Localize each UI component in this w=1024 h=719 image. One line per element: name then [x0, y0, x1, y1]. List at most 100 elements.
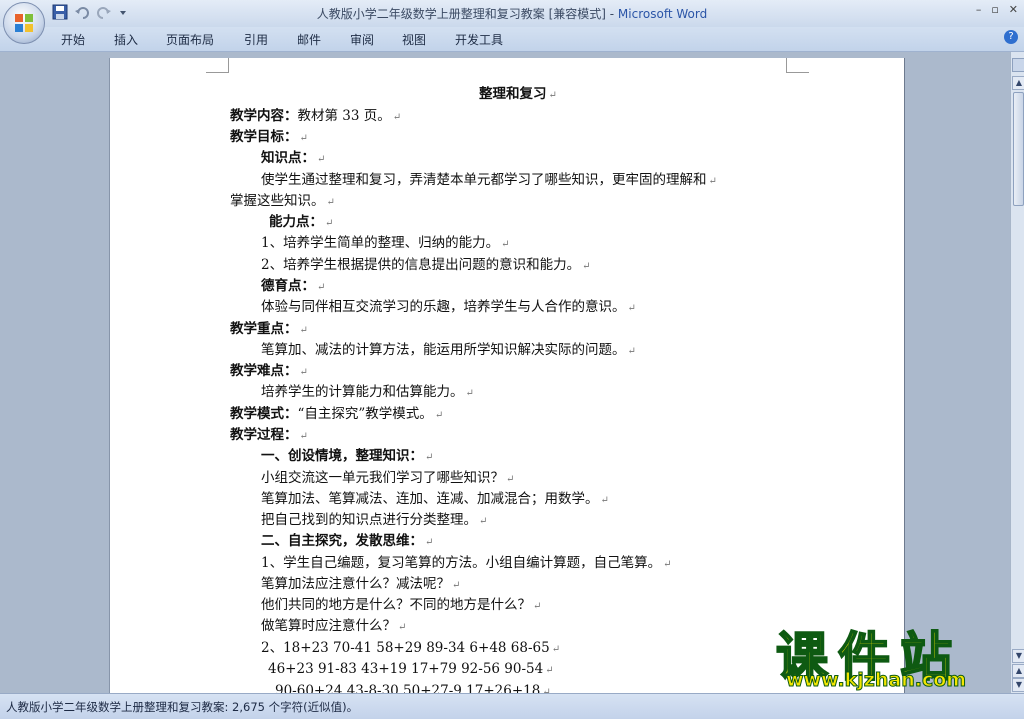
- help-icon[interactable]: ?: [1004, 30, 1018, 44]
- scroll-up-button[interactable]: ▲: [1012, 76, 1024, 90]
- word-count-status[interactable]: 人教版小学二年级数学上册整理和复习教案: 2,675 个字符(近似值)。: [6, 699, 358, 715]
- paragraph-mark-icon: ↵: [425, 537, 434, 548]
- paragraph-mark-icon: ↵: [600, 495, 609, 506]
- tab-review[interactable]: 审阅: [350, 31, 374, 48]
- paragraph-mark-icon: ↵: [582, 261, 591, 272]
- paragraph-mark-icon: ↵: [545, 665, 554, 676]
- document-line[interactable]: 培养学生的计算能力和估算能力。 ↵: [261, 383, 474, 401]
- document-line[interactable]: 教学过程： ↵: [230, 426, 308, 444]
- paragraph-mark-icon: ↵: [317, 154, 326, 165]
- paragraph-mark-icon: ↵: [501, 239, 510, 250]
- paragraph-mark-icon: ↵: [548, 90, 557, 101]
- document-line[interactable]: 1、学生自己编题，复习笔算的方法。小组自编计算题，自己笔算。 ↵: [261, 554, 671, 572]
- line-text: 体验与同伴相互交流学习的乐趣，培养学生与人合作的意识。: [261, 299, 626, 315]
- close-button[interactable]: ✕: [1009, 3, 1018, 16]
- line-text: 教材第 33 页。: [297, 108, 391, 124]
- document-line[interactable]: 笔算加法、笔算减法、连加、连减、加减混合；用数学。 ↵: [261, 490, 609, 508]
- ribbon-tabs: 开始 插入 页面布局 引用 邮件 审阅 视图 开发工具 ?: [0, 27, 1024, 52]
- line-text: 2、培养学生根据提供的信息提出问题的意识和能力。: [261, 257, 581, 273]
- document-line[interactable]: 做笔算时应注意什么？ ↵: [261, 617, 406, 635]
- line-label: 教学难点：: [230, 363, 298, 379]
- document-line[interactable]: 2、培养学生根据提供的信息提出问题的意识和能力。 ↵: [261, 256, 590, 274]
- maximize-button[interactable]: ▫: [991, 3, 998, 16]
- document-line[interactable]: 小组交流这一单元我们学习了哪些知识？ ↵: [261, 469, 514, 487]
- window-title: 人教版小学二年级数学上册整理和复习教案 [兼容模式] - Microsoft W…: [0, 5, 1024, 22]
- crop-mark-left: [206, 58, 229, 73]
- vertical-scrollbar[interactable]: ▲ ▼ ▲ ▼: [1010, 52, 1024, 693]
- document-line[interactable]: 教学难点： ↵: [230, 362, 308, 380]
- paragraph-mark-icon: ↵: [325, 218, 334, 229]
- document-line[interactable]: 教学目标： ↵: [230, 128, 308, 146]
- document-line[interactable]: 他们共同的地方是什么？不同的地方是什么？ ↵: [261, 596, 541, 614]
- paragraph-mark-icon: ↵: [425, 452, 434, 463]
- line-label: 教学重点：: [230, 321, 298, 337]
- line-text: 1、培养学生简单的整理、归纳的能力。: [261, 235, 500, 251]
- line-text: 小组交流这一单元我们学习了哪些知识？: [261, 470, 504, 486]
- line-label: 知识点：: [261, 150, 315, 166]
- paragraph-mark-icon: ↵: [398, 622, 407, 633]
- document-line[interactable]: 体验与同伴相互交流学习的乐趣，培养学生与人合作的意识。 ↵: [261, 298, 636, 316]
- line-label: 能力点：: [269, 214, 323, 230]
- line-text: 笔算加法应注意什么？减法呢？: [261, 576, 450, 592]
- tab-insert[interactable]: 插入: [114, 31, 138, 48]
- document-title: 人教版小学二年级数学上册整理和复习教案 [兼容模式] -: [316, 7, 618, 21]
- document-line[interactable]: 46+23 91-83 43+19 17+79 92-56 90-54 ↵: [268, 660, 554, 678]
- paragraph-mark-icon: ↵: [465, 388, 474, 399]
- office-button[interactable]: [3, 2, 45, 44]
- minimize-button[interactable]: –: [976, 3, 982, 16]
- watermark: 课件站 www.kjzhan.com: [770, 615, 1018, 693]
- line-text: 笔算加、减法的计算方法，能运用所学知识解决实际的问题。: [261, 342, 626, 358]
- document-line[interactable]: 整理和复习 ↵: [479, 85, 557, 103]
- app-name: Microsoft Word: [617, 7, 708, 21]
- line-label: 德育点：: [261, 278, 315, 294]
- paragraph-mark-icon: ↵: [533, 601, 542, 612]
- line-text: 培养学生的计算能力和估算能力。: [261, 384, 464, 400]
- window-controls: – ▫ ✕: [976, 3, 1018, 16]
- document-line[interactable]: 德育点： ↵: [261, 277, 325, 295]
- document-page[interactable]: 整理和复习 ↵ 教学内容：教材第 33 页。 ↵ 教学目标： ↵ 知识点： ↵ 使学生通过整理和…: [110, 58, 904, 699]
- paragraph-mark-icon: ↵: [392, 112, 402, 123]
- document-line[interactable]: 教学重点： ↵: [230, 320, 308, 338]
- tab-references[interactable]: 引用: [244, 31, 268, 48]
- paragraph-mark-icon: ↵: [551, 644, 561, 655]
- line-text: 做笔算时应注意什么？: [261, 618, 396, 634]
- paragraph-mark-icon: ↵: [299, 431, 308, 442]
- paragraph-mark-icon: ↵: [326, 197, 335, 208]
- ruler-toggle-icon[interactable]: [1012, 58, 1024, 72]
- document-line[interactable]: 二、自主探究，发散思维： ↵: [261, 532, 433, 550]
- document-line[interactable]: 掌握这些知识。 ↵: [230, 192, 335, 210]
- document-line[interactable]: 教学内容：教材第 33 页。 ↵: [230, 107, 401, 125]
- document-line[interactable]: 一、创设情境，整理知识： ↵: [261, 447, 433, 465]
- line-text: 二、自主探究，发散思维：: [261, 533, 423, 549]
- office-logo-icon: [15, 14, 33, 32]
- tab-view[interactable]: 视图: [402, 31, 426, 48]
- line-text: 他们共同的地方是什么？不同的地方是什么？: [261, 597, 531, 613]
- document-line[interactable]: 笔算加法应注意什么？减法呢？ ↵: [261, 575, 460, 593]
- line-text: 笔算加法、笔算减法、连加、连减、加减混合；用数学。: [261, 491, 599, 507]
- paragraph-mark-icon: ↵: [299, 133, 308, 144]
- paragraph-mark-icon: ↵: [479, 516, 488, 527]
- line-text: 掌握这些知识。: [230, 193, 325, 209]
- document-line[interactable]: 笔算加、减法的计算方法，能运用所学知识解决实际的问题。 ↵: [261, 341, 636, 359]
- document-line[interactable]: 教学模式：“自主探究”教学模式。 ↵: [230, 405, 443, 423]
- scrollbar-thumb[interactable]: [1013, 92, 1024, 206]
- tab-developer[interactable]: 开发工具: [455, 31, 503, 48]
- document-line[interactable]: 知识点： ↵: [261, 149, 325, 167]
- line-text: 46+23 91-83 43+19 17+79 92-56 90-54: [268, 661, 544, 677]
- document-line[interactable]: 2、18+23 70-41 58+29 89-34 6+48 68-65 ↵: [261, 639, 560, 657]
- document-line[interactable]: 把自己找到的知识点进行分类整理。 ↵: [261, 511, 487, 529]
- paragraph-mark-icon: ↵: [708, 176, 717, 187]
- paragraph-mark-icon: ↵: [627, 346, 636, 357]
- paragraph-mark-icon: ↵: [434, 410, 444, 421]
- line-label: 教学内容：: [230, 108, 298, 124]
- tab-mailings[interactable]: 邮件: [297, 31, 321, 48]
- paragraph-mark-icon: ↵: [299, 367, 308, 378]
- paragraph-mark-icon: ↵: [317, 282, 326, 293]
- document-line[interactable]: 使学生通过整理和复习，弄清楚本单元都学习了哪些知识，更牢固的理解和 ↵: [261, 171, 717, 189]
- document-line[interactable]: 能力点： ↵: [269, 213, 333, 231]
- crop-mark-right: [786, 58, 809, 73]
- tab-page-layout[interactable]: 页面布局: [166, 31, 214, 48]
- line-text: 把自己找到的知识点进行分类整理。: [261, 512, 477, 528]
- document-line[interactable]: 1、培养学生简单的整理、归纳的能力。 ↵: [261, 234, 509, 252]
- tab-home[interactable]: 开始: [61, 31, 85, 48]
